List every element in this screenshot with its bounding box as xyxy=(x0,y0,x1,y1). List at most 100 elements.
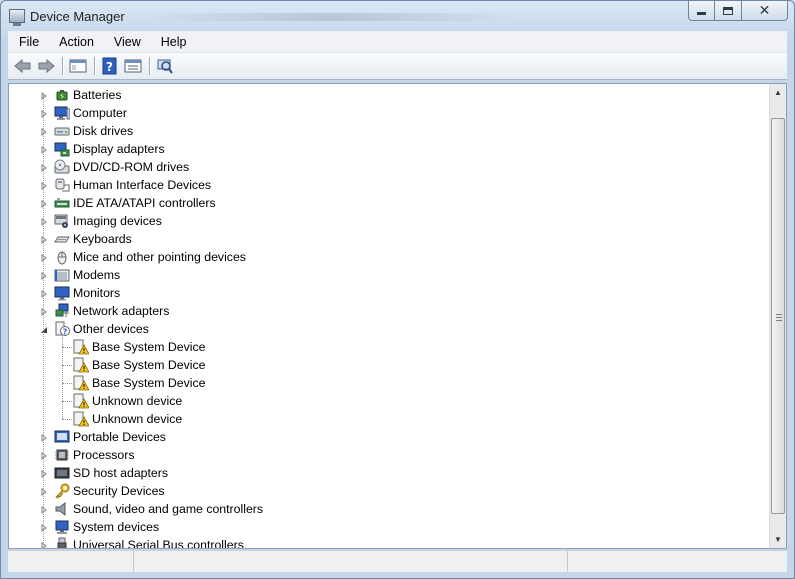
help-button[interactable]: ? xyxy=(99,55,121,77)
scroll-up-arrow-icon[interactable]: ▲ xyxy=(770,84,786,101)
tree-category-row[interactable]: Keyboards xyxy=(54,230,132,248)
toolbar: ? xyxy=(8,53,787,80)
tree-category-row[interactable]: ? Other devices xyxy=(54,320,149,338)
tree-category-row[interactable]: IDE ATA/ATAPI controllers xyxy=(54,194,216,212)
show-hide-console-tree-button[interactable] xyxy=(67,55,89,77)
tree-category-row[interactable]: Sound, video and game controllers xyxy=(54,500,263,518)
device-manager-window: Device Manager ✕ File Action View Help ? xyxy=(0,0,795,579)
warning-device-icon xyxy=(73,411,90,427)
scrollbar-thumb[interactable] xyxy=(771,118,785,514)
tree-category-label: Display adapters xyxy=(73,142,165,156)
computer-icon xyxy=(54,105,71,121)
tree-category-row[interactable]: Imaging devices xyxy=(54,212,162,230)
status-pane xyxy=(568,551,787,572)
toolbar-separator xyxy=(149,57,150,75)
menu-action[interactable]: Action xyxy=(48,35,103,49)
close-icon: ✕ xyxy=(758,2,771,18)
back-button[interactable] xyxy=(12,55,34,77)
tree-device-row[interactable]: Base System Device xyxy=(73,338,205,356)
tree-root-line xyxy=(43,95,44,548)
tree-category-label: Batteries xyxy=(73,88,122,102)
toolbar-separator xyxy=(94,57,95,75)
disk-drive-icon xyxy=(54,123,70,139)
battery-icon xyxy=(54,87,70,103)
keyboard-icon xyxy=(54,231,70,247)
tree-category-row[interactable]: Universal Serial Bus controllers xyxy=(54,536,244,549)
tree-connector-line xyxy=(62,365,72,366)
tree-category-row[interactable]: Display adapters xyxy=(54,140,165,158)
tree-device-row[interactable]: Unknown device xyxy=(73,392,182,410)
tree-category-row[interactable]: Computer xyxy=(54,104,127,122)
tree-category-row[interactable]: Network adapters xyxy=(54,302,169,320)
scroll-down-arrow-icon[interactable]: ▼ xyxy=(770,531,786,548)
tree-category-label: SD host adapters xyxy=(73,466,169,480)
tree-category-row[interactable]: DVD/CD-ROM drives xyxy=(54,158,189,176)
tree-category-label: Processors xyxy=(73,448,135,462)
tree-category-row[interactable]: Monitors xyxy=(54,284,120,302)
status-pane xyxy=(134,551,568,572)
maximize-icon xyxy=(723,6,733,15)
scrollbar-grip-icon xyxy=(776,314,782,321)
tree-connector-line xyxy=(62,401,72,402)
ide-controller-icon xyxy=(54,195,70,211)
forward-button[interactable] xyxy=(35,55,57,77)
tree-device-row[interactable]: Base System Device xyxy=(73,374,205,392)
warning-device-icon xyxy=(73,339,90,355)
hid-icon xyxy=(54,177,70,193)
vertical-scrollbar[interactable]: ▲ ▼ xyxy=(769,84,786,548)
title-bar-blur xyxy=(141,13,521,21)
usb-icon xyxy=(54,537,70,548)
processor-icon xyxy=(54,447,70,463)
display-adapter-icon xyxy=(54,141,70,157)
minimize-button[interactable] xyxy=(688,1,715,21)
tree-device-label: Base System Device xyxy=(92,358,206,372)
tree-category-row[interactable]: Disk drives xyxy=(54,122,133,140)
svg-text:?: ? xyxy=(63,327,68,336)
tree-device-row[interactable]: Base System Device xyxy=(73,356,205,374)
tree-category-row[interactable]: Portable Devices xyxy=(54,428,166,446)
tree-device-row[interactable]: Unknown device xyxy=(73,410,182,428)
modem-icon xyxy=(54,267,70,283)
back-arrow-icon xyxy=(14,58,31,74)
show-hide-console-tree-icon xyxy=(69,59,87,73)
tree-category-label: Security Devices xyxy=(73,484,165,498)
scan-hardware-button[interactable] xyxy=(154,55,176,77)
tree-category-row[interactable]: System devices xyxy=(54,518,159,536)
tree-category-row[interactable]: Security Devices xyxy=(54,482,165,500)
close-button[interactable]: ✕ xyxy=(742,1,788,21)
properties-icon xyxy=(124,59,142,73)
title-bar[interactable]: Device Manager ✕ xyxy=(1,1,794,31)
tree-category-label: Human Interface Devices xyxy=(73,178,212,192)
tree-category-label: DVD/CD-ROM drives xyxy=(73,160,190,174)
warning-device-icon xyxy=(73,357,90,373)
tree-category-label: Sound, video and game controllers xyxy=(73,502,264,516)
tree-category-label: Universal Serial Bus controllers xyxy=(73,538,244,549)
menu-view[interactable]: View xyxy=(103,35,150,49)
minimize-icon xyxy=(697,11,706,15)
svg-text:?: ? xyxy=(106,60,113,74)
window-controls: ✕ xyxy=(688,1,788,21)
tree-device-label: Unknown device xyxy=(92,394,183,408)
menu-help[interactable]: Help xyxy=(150,35,196,49)
portable-device-icon xyxy=(54,429,70,445)
device-manager-icon xyxy=(9,9,25,26)
menu-file[interactable]: File xyxy=(8,35,48,49)
other-devices-icon: ? xyxy=(54,321,70,337)
tree-category-label: System devices xyxy=(73,520,160,534)
warning-device-icon xyxy=(73,375,90,391)
properties-button[interactable] xyxy=(122,55,144,77)
tree-category-row[interactable]: Mice and other pointing devices xyxy=(54,248,246,266)
maximize-button[interactable] xyxy=(715,1,742,21)
tree-category-row[interactable]: Batteries xyxy=(54,86,122,104)
tree-category-label: Imaging devices xyxy=(73,214,162,228)
tree-category-row[interactable]: Processors xyxy=(54,446,135,464)
system-device-icon xyxy=(54,519,70,535)
tree-category-row[interactable]: SD host adapters xyxy=(54,464,168,482)
speaker-icon xyxy=(54,501,70,517)
tree-category-row[interactable]: Human Interface Devices xyxy=(54,176,211,194)
device-tree-pane[interactable]: Batteries Computer Disk drives Display adap… xyxy=(8,83,787,549)
dvd-drive-icon xyxy=(54,159,70,175)
tree-device-label: Unknown device xyxy=(92,412,183,426)
tree-category-row[interactable]: Modems xyxy=(54,266,120,284)
monitor-icon xyxy=(54,285,70,301)
